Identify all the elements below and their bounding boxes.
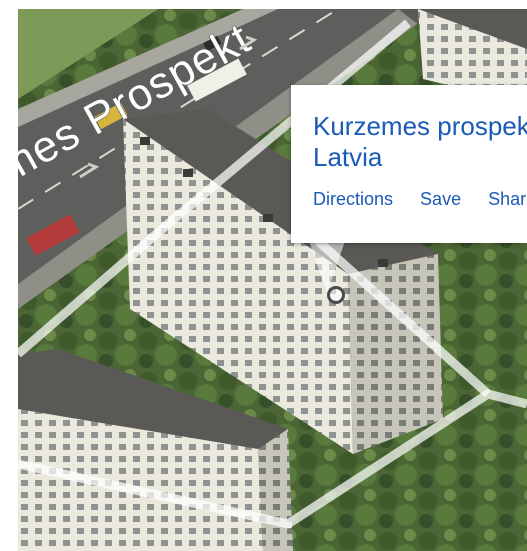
directions-link[interactable]: Directions: [313, 189, 393, 209]
info-card-actions: Directions Save Share: [313, 189, 527, 210]
place-country: Latvia: [313, 142, 383, 172]
info-card: Kurzemes prospekts Latvia Directions Sav…: [291, 85, 527, 243]
info-card-pointer: [309, 241, 345, 293]
building-lower-facade-side: [258, 429, 293, 551]
location-pin-icon[interactable]: [327, 286, 345, 304]
place-title[interactable]: Kurzemes prospekts: [313, 111, 527, 142]
share-link[interactable]: Share: [488, 189, 527, 209]
save-link[interactable]: Save: [420, 189, 461, 209]
